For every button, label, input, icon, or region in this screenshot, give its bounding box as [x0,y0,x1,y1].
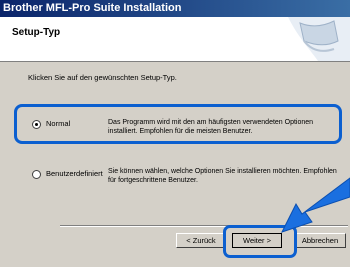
cancel-button[interactable]: Abbrechen [294,233,346,248]
radio-custom[interactable] [32,170,41,179]
option-custom-label[interactable]: Benutzerdefiniert [46,169,103,178]
next-button-highlight [223,225,297,258]
window-title: Brother MFL-Pro Suite Installation [3,2,182,14]
setup-dialog: Setup-Typ Klicken Sie auf den gewünschte… [0,17,350,267]
option-custom-description: Sie können wählen, welche Optionen Sie i… [108,168,337,184]
setup-logo-icon [288,17,350,61]
option-normal-highlight [14,104,342,144]
dialog-header: Setup-Typ [0,17,350,62]
page-title: Setup-Typ [12,27,61,38]
title-bar: Brother MFL-Pro Suite Installation [0,0,350,17]
separator [60,225,348,227]
instruction-text: Klicken Sie auf den gewünschten Setup-Ty… [28,73,177,82]
back-button[interactable]: < Zurück [176,233,226,248]
